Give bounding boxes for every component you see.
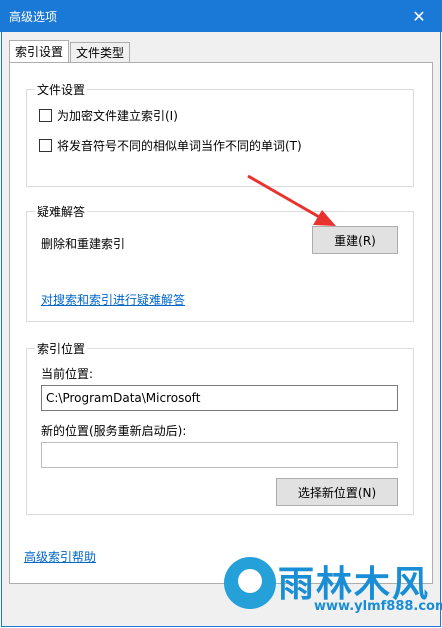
index-location-legend: 索引位置	[35, 340, 88, 357]
rebuild-description: 删除和重建索引	[41, 237, 126, 251]
ylmf-logo-icon	[224, 557, 276, 609]
new-location-field[interactable]	[41, 442, 398, 468]
diacritics-checkbox[interactable]: 将发音符号不同的相似单词当作不同的单词(T)	[39, 137, 302, 154]
checkbox-icon	[39, 109, 52, 122]
select-new-location-button[interactable]: 选择新位置(N)	[276, 478, 398, 506]
watermark: 雨林木风 www.ylmf888.com	[218, 555, 442, 628]
title-bar: 高级选项 ✕	[0, 0, 442, 32]
window-title: 高级选项	[9, 10, 58, 24]
tab-index-settings[interactable]: 索引设置	[9, 40, 69, 62]
tab-file-types[interactable]: 文件类型	[70, 42, 130, 63]
rebuild-button[interactable]: 重建(R)	[312, 226, 398, 254]
index-location-group: 索引位置 当前位置: C:\ProgramData\Microsoft 新的位置…	[26, 340, 414, 515]
close-icon: ✕	[412, 6, 426, 26]
advanced-index-help-link[interactable]: 高级索引帮助	[24, 548, 96, 565]
checkbox-icon	[39, 139, 52, 152]
file-settings-group: 文件设置 为加密文件建立索引(I) 将发音符号不同的相似单词当作不同的单词(T)	[26, 81, 414, 187]
troubleshoot-link[interactable]: 对搜索和索引进行疑难解答	[41, 291, 185, 308]
troubleshooting-legend: 疑难解答	[35, 203, 88, 220]
tab-panel: 文件设置 为加密文件建立索引(I) 将发音符号不同的相似单词当作不同的单词(T)…	[9, 62, 433, 584]
troubleshooting-group: 疑难解答 删除和重建索引 重建(R) 对搜索和索引进行疑难解答	[26, 203, 414, 322]
current-location-field[interactable]: C:\ProgramData\Microsoft	[41, 385, 398, 411]
close-button[interactable]: ✕	[396, 0, 442, 32]
new-location-label: 新的位置(服务重新启动后):	[41, 424, 187, 438]
current-location-label: 当前位置:	[41, 367, 94, 381]
encrypt-checkbox-label: 为加密文件建立索引(I)	[57, 109, 178, 123]
encrypt-checkbox[interactable]: 为加密文件建立索引(I)	[39, 107, 178, 124]
file-settings-legend: 文件设置	[35, 81, 88, 98]
watermark-url: www.ylmf888.com	[314, 599, 442, 614]
diacritics-checkbox-label: 将发音符号不同的相似单词当作不同的单词(T)	[57, 139, 302, 153]
